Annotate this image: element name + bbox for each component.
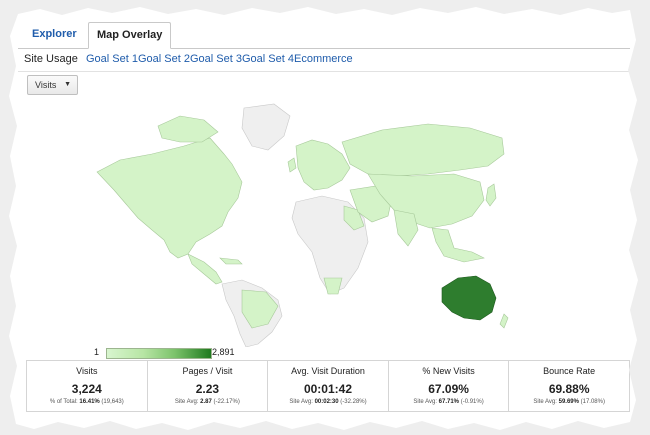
metric-comparison: Site Avg: 67.71% (-0.91%) — [389, 399, 509, 405]
legend-gradient — [106, 348, 212, 359]
map-region-caribbean — [219, 257, 243, 265]
subnav-goal-set-3[interactable]: Goal Set 3 — [190, 53, 242, 65]
map-region-russia — [341, 123, 505, 177]
analytics-panel: Explorer Map Overlay Site Usage Goal Set… — [18, 14, 630, 422]
subnav-goal-set-1[interactable]: Goal Set 1 — [86, 53, 138, 65]
metric-comparison-prefix: % of Total: — [49, 399, 80, 405]
metric-summary: Visits 3,224 % of Total: 16.41% (19,643)… — [26, 360, 630, 412]
metric-comparison-prefix: Site Avg: — [174, 399, 201, 405]
metric-label: Pages / Visit — [182, 366, 233, 376]
tab-explorer[interactable]: Explorer — [24, 22, 85, 46]
metric-label: Visits — [76, 366, 98, 376]
metric-comparison-value: 16.41% — [79, 399, 100, 405]
metric-value: 67.09% — [428, 382, 469, 396]
metric-label: Bounce Rate — [543, 366, 596, 376]
map-region-australia — [441, 275, 497, 321]
metric-value: 2.23 — [195, 382, 220, 396]
metric-pages-per-visit[interactable]: Pages / Visit 2.23 Site Avg: 2.87 (-22.1… — [148, 361, 269, 411]
metric-dropdown-label: Visits — [35, 80, 57, 90]
map-region-north-america — [96, 137, 243, 259]
metric-comparison: Site Avg: 59.69% (17.08%) — [509, 399, 629, 405]
metric-value: 3,224 — [71, 382, 102, 396]
tab-map-overlay[interactable]: Map Overlay — [88, 22, 172, 49]
subnav-site-usage[interactable]: Site Usage — [24, 53, 78, 65]
metric-comparison-suffix: (17.08%) — [578, 399, 605, 405]
metric-comparison-value: 59.69% — [558, 399, 579, 405]
chevron-down-icon: ▼ — [64, 81, 71, 88]
world-map[interactable] — [92, 102, 512, 347]
metric-comparison-suffix: (-22.17%) — [211, 399, 240, 405]
metric-comparison-suffix: (19,643) — [99, 399, 124, 405]
metric-comparison: Site Avg: 2.87 (-22.17%) — [148, 399, 268, 405]
map-region-new-zealand — [499, 313, 509, 329]
legend-min: 1 — [94, 347, 100, 357]
metric-group-nav: Site Usage Goal Set 1 Goal Set 2 Goal Se… — [18, 49, 630, 72]
metric-label: Avg. Visit Duration — [291, 366, 365, 376]
metric-comparison-suffix: (-0.91%) — [459, 399, 484, 405]
map-region-uk — [287, 157, 297, 173]
view-tabs: Explorer Map Overlay — [18, 22, 630, 49]
subnav-ecommerce[interactable]: Ecommerce — [294, 53, 353, 65]
metric-comparison-prefix: Site Avg: — [533, 399, 559, 405]
metric-avg-visit-duration[interactable]: Avg. Visit Duration 00:01:42 Site Avg: 0… — [268, 361, 389, 411]
map-region-japan — [485, 183, 497, 207]
map-region-southeast-asia — [431, 227, 485, 263]
metric-comparison-value: 00:02:30 — [314, 399, 339, 405]
metric-bounce-rate[interactable]: Bounce Rate 69.88% Site Avg: 59.69% (17.… — [509, 361, 629, 411]
map-legend: 1 2,891 — [92, 346, 252, 360]
legend-max: 2,891 — [212, 347, 235, 357]
screenshot-frame: Explorer Map Overlay Site Usage Goal Set… — [0, 0, 650, 435]
metric-new-visits[interactable]: % New Visits 67.09% Site Avg: 67.71% (-0… — [389, 361, 510, 411]
metric-comparison-prefix: Site Avg: — [413, 399, 439, 405]
metric-comparison: % of Total: 16.41% (19,643) — [27, 399, 147, 405]
metric-visits[interactable]: Visits 3,224 % of Total: 16.41% (19,643) — [27, 361, 148, 411]
metric-value: 00:01:42 — [303, 382, 352, 396]
map-region-central-america — [187, 253, 223, 285]
metric-label: % New Visits — [422, 366, 475, 376]
metric-comparison-prefix: Site Avg: — [289, 399, 315, 405]
metric-value: 69.88% — [548, 382, 590, 396]
metric-comparison-value: 2.87 — [200, 399, 212, 405]
metric-comparison: Site Avg: 00:02:30 (-32.28%) — [268, 399, 388, 405]
map-region-greenland — [241, 103, 291, 151]
metric-comparison-suffix: (-32.28%) — [338, 399, 367, 405]
metric-comparison-value: 67.71% — [438, 399, 460, 405]
subnav-goal-set-2[interactable]: Goal Set 2 — [138, 53, 190, 65]
metric-dropdown[interactable]: Visits ▼ — [27, 75, 78, 95]
map-region-south-africa — [323, 277, 343, 295]
map-region-europe — [295, 139, 351, 191]
map-region-india — [393, 209, 419, 247]
subnav-goal-set-4[interactable]: Goal Set 4 — [242, 53, 294, 65]
